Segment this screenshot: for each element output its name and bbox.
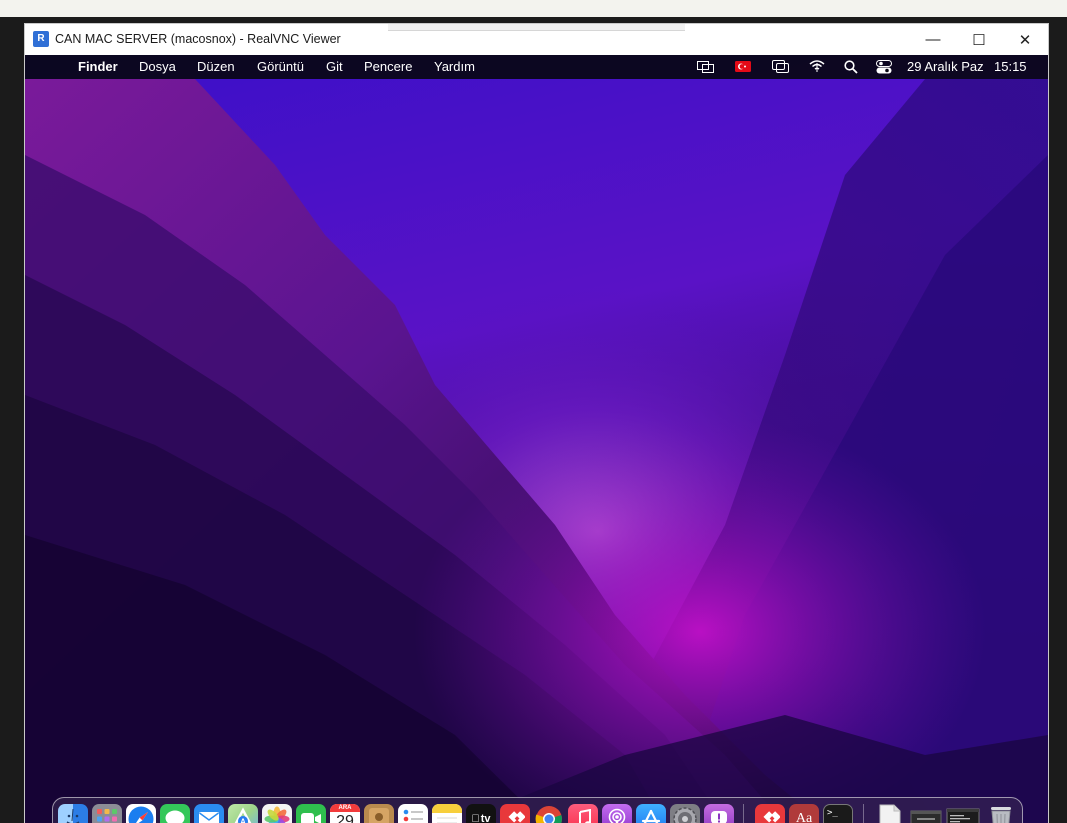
realvnc-app-icon: R bbox=[33, 31, 49, 47]
close-button[interactable]: ✕ bbox=[1002, 24, 1048, 55]
feedback-icon[interactable] bbox=[704, 804, 734, 823]
menu-app-finder[interactable]: Finder bbox=[78, 59, 118, 74]
menu-item-yardim[interactable]: Yardım bbox=[434, 59, 475, 74]
menubar-clock[interactable]: 15:15 bbox=[994, 59, 1027, 74]
photos-icon[interactable] bbox=[262, 804, 292, 823]
anydesk-icon[interactable] bbox=[500, 804, 530, 823]
dock: A ARA 29 tv Aa >_ bbox=[52, 797, 1023, 823]
menu-item-pencere[interactable]: Pencere bbox=[364, 59, 412, 74]
host-desktop-strip bbox=[0, 0, 1067, 17]
search-icon[interactable] bbox=[842, 58, 860, 75]
wallpaper bbox=[25, 55, 1048, 823]
podcasts-icon[interactable] bbox=[602, 804, 632, 823]
chrome-icon[interactable] bbox=[534, 804, 564, 823]
chrome-window-thumbnail-icon[interactable] bbox=[909, 804, 943, 823]
vnc-toolbar-handle[interactable] bbox=[388, 24, 685, 31]
apple-tv-icon[interactable]: tv bbox=[466, 804, 496, 823]
music-icon[interactable] bbox=[568, 804, 598, 823]
app-store-icon[interactable] bbox=[636, 804, 666, 823]
menu-item-dosya[interactable]: Dosya bbox=[139, 59, 176, 74]
dock-separator bbox=[863, 804, 864, 823]
turkish-flag-icon[interactable] bbox=[734, 58, 752, 75]
terminal-icon[interactable]: >_ bbox=[823, 804, 853, 823]
system-preferences-icon[interactable] bbox=[670, 804, 700, 823]
menu-item-git[interactable]: Git bbox=[326, 59, 343, 74]
messages-icon[interactable] bbox=[160, 804, 190, 823]
launchpad-icon[interactable] bbox=[92, 804, 122, 823]
minimize-button[interactable]: — bbox=[910, 24, 956, 55]
wifi-icon[interactable] bbox=[807, 58, 827, 75]
menu-item-duzen[interactable]: Düzen bbox=[197, 59, 235, 74]
menu-item-goruntu[interactable]: Görüntü bbox=[257, 59, 304, 74]
document-icon[interactable] bbox=[875, 804, 905, 823]
window-titlebar[interactable]: R CAN MAC SERVER (macosnox) - RealVNC Vi… bbox=[25, 24, 1048, 55]
facetime-icon[interactable] bbox=[296, 804, 326, 823]
tv-label: tv bbox=[476, 813, 491, 823]
calendar-icon[interactable]: ARA 29 bbox=[330, 804, 360, 823]
calendar-month: ARA bbox=[330, 804, 360, 812]
safari-icon[interactable] bbox=[126, 804, 156, 823]
maximize-button[interactable]: ☐ bbox=[956, 24, 1002, 55]
window-title: CAN MAC SERVER (macosnox) - RealVNC View… bbox=[55, 32, 341, 46]
reminders-icon[interactable] bbox=[398, 804, 428, 823]
dock-separator bbox=[743, 804, 744, 823]
menubar-date[interactable]: 29 Aralık Paz bbox=[907, 59, 984, 74]
control-center-icon[interactable] bbox=[874, 58, 894, 75]
svg-text:A: A bbox=[240, 818, 246, 823]
contacts-icon[interactable] bbox=[364, 804, 394, 823]
notes-icon[interactable] bbox=[432, 804, 462, 823]
macos-menubar: Finder Dosya Düzen Görüntü Git Pencere Y… bbox=[25, 55, 1048, 79]
terminal-window-thumbnail-icon[interactable] bbox=[946, 804, 980, 823]
vnc-viewer-window: R CAN MAC SERVER (macosnox) - RealVNC Vi… bbox=[24, 23, 1049, 823]
calendar-day: 29 bbox=[336, 813, 354, 823]
anydesk-recent-icon[interactable] bbox=[755, 804, 785, 823]
finder-icon[interactable] bbox=[58, 804, 88, 823]
window-stack-icon[interactable] bbox=[770, 58, 790, 75]
dictionary-icon[interactable]: Aa bbox=[789, 804, 819, 823]
maps-icon[interactable]: A bbox=[228, 804, 258, 823]
mail-icon[interactable] bbox=[194, 804, 224, 823]
screen-mirroring-icon[interactable] bbox=[695, 58, 715, 75]
remote-mac-desktop[interactable]: Finder Dosya Düzen Görüntü Git Pencere Y… bbox=[25, 55, 1048, 823]
trash-icon[interactable] bbox=[986, 804, 1016, 823]
notes-header bbox=[432, 804, 462, 813]
